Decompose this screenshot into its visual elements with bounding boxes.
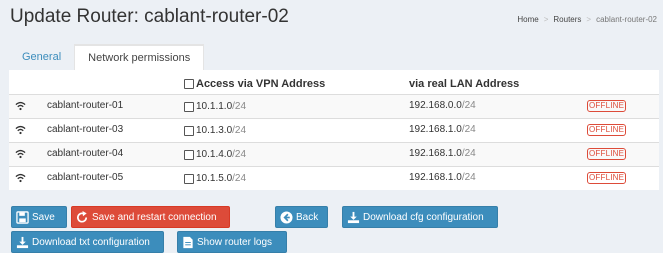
breadcrumb-routers[interactable]: Routers: [553, 15, 581, 24]
router-name: cablant-router-04: [47, 148, 124, 159]
router-name: cablant-router-03: [47, 124, 124, 135]
vpn-mask: /24: [232, 125, 247, 136]
lan-address: 192.168.1.0/24: [409, 172, 476, 183]
network-permissions-panel: Access via VPN Address via real LAN Addr…: [9, 70, 659, 190]
vpn-ip: 10.1.4.0: [196, 149, 233, 160]
vpn-ip: 10.1.1.0: [196, 101, 233, 112]
wifi-icon: [15, 101, 26, 111]
vpn-address: 10.1.4.0/24: [184, 149, 246, 160]
vpn-ip: 10.1.3.0: [196, 125, 233, 136]
lan-mask: /24: [461, 100, 476, 111]
wifi-icon: [15, 125, 26, 135]
save-button[interactable]: Save: [11, 206, 67, 228]
download-cfg-label: Download cfg configuration: [363, 211, 484, 223]
router-name: cablant-router-01: [47, 100, 124, 111]
file-icon: [183, 236, 193, 248]
vpn-ip: 10.1.5.0: [196, 173, 233, 184]
floppy-disk-icon: [16, 210, 29, 224]
wifi-icon: [15, 173, 26, 183]
status-badge: OFFLINE: [587, 172, 627, 184]
table-row: cablant-router-05 10.1.5.0/24 192.168.1.…: [9, 166, 659, 190]
status-badge: OFFLINE: [587, 148, 627, 160]
table-row: cablant-router-01 10.1.1.0/24 192.168.0.…: [9, 94, 659, 118]
back-button[interactable]: Back: [275, 206, 328, 228]
save-button-label: Save: [32, 211, 55, 223]
wifi-icon: [15, 149, 26, 159]
arrow-circle-left-icon: [280, 210, 293, 224]
save-and-restart-button[interactable]: Save and restart connection: [71, 206, 230, 228]
vpn-header: Access via VPN Address: [184, 78, 325, 90]
download-cfg-button[interactable]: Download cfg configuration: [342, 206, 498, 228]
status-badge: OFFLINE: [587, 124, 627, 136]
tab-network-permissions[interactable]: Network permissions: [74, 44, 205, 70]
lan-ip: 192.168.0.0: [409, 100, 462, 111]
table-header: Access via VPN Address via real LAN Addr…: [9, 74, 659, 94]
select-all-checkbox[interactable]: [184, 79, 194, 89]
lan-ip: 192.168.1.0: [409, 124, 462, 135]
page-title: Update Router: cablant-router-02: [10, 6, 289, 27]
lan-mask: /24: [461, 148, 476, 159]
save-and-restart-label: Save and restart connection: [92, 211, 217, 223]
breadcrumb-separator-icon: >: [543, 15, 549, 24]
vpn-access-checkbox[interactable]: [184, 125, 194, 136]
download-txt-button[interactable]: Download txt configuration: [11, 231, 164, 253]
vpn-address: 10.1.3.0/24: [184, 125, 246, 136]
table-row: cablant-router-04 10.1.4.0/24 192.168.1.…: [9, 142, 659, 166]
vpn-mask: /24: [232, 149, 247, 160]
download-icon: [16, 236, 29, 248]
breadcrumb-current: cablant-router-02: [596, 15, 657, 24]
status-badge: OFFLINE: [587, 100, 627, 112]
lan-ip: 192.168.1.0: [409, 172, 462, 183]
breadcrumb-separator-icon: >: [586, 15, 592, 24]
lan-header-label: via real LAN Address: [409, 78, 520, 90]
tab-general[interactable]: General: [9, 44, 74, 70]
vpn-access-checkbox[interactable]: [184, 101, 194, 112]
table-row: cablant-router-03 10.1.3.0/24 192.168.1.…: [9, 118, 659, 142]
vpn-access-checkbox[interactable]: [184, 173, 194, 184]
back-button-label: Back: [296, 211, 319, 223]
redo-icon: [77, 210, 88, 223]
router-name: cablant-router-05: [47, 172, 124, 183]
show-logs-button[interactable]: Show router logs: [177, 231, 287, 253]
vpn-address: 10.1.1.0/24: [184, 101, 246, 112]
download-icon: [347, 211, 360, 223]
tab-bar: General Network permissions: [9, 44, 205, 70]
lan-address: 192.168.1.0/24: [409, 124, 476, 135]
vpn-address: 10.1.5.0/24: [184, 173, 246, 184]
vpn-access-checkbox[interactable]: [184, 149, 194, 160]
breadcrumb-home[interactable]: Home: [517, 15, 538, 24]
vpn-mask: /24: [232, 173, 247, 184]
vpn-header-label: Access via VPN Address: [196, 78, 326, 90]
vpn-mask: /24: [232, 101, 247, 112]
lan-address: 192.168.0.0/24: [409, 100, 476, 111]
lan-address: 192.168.1.0/24: [409, 148, 476, 159]
lan-mask: /24: [461, 124, 476, 135]
lan-mask: /24: [461, 172, 476, 183]
download-txt-label: Download txt configuration: [32, 236, 150, 248]
lan-ip: 192.168.1.0: [409, 148, 462, 159]
breadcrumb: Home > Routers > cablant-router-02: [517, 15, 657, 24]
show-logs-label: Show router logs: [197, 236, 273, 248]
